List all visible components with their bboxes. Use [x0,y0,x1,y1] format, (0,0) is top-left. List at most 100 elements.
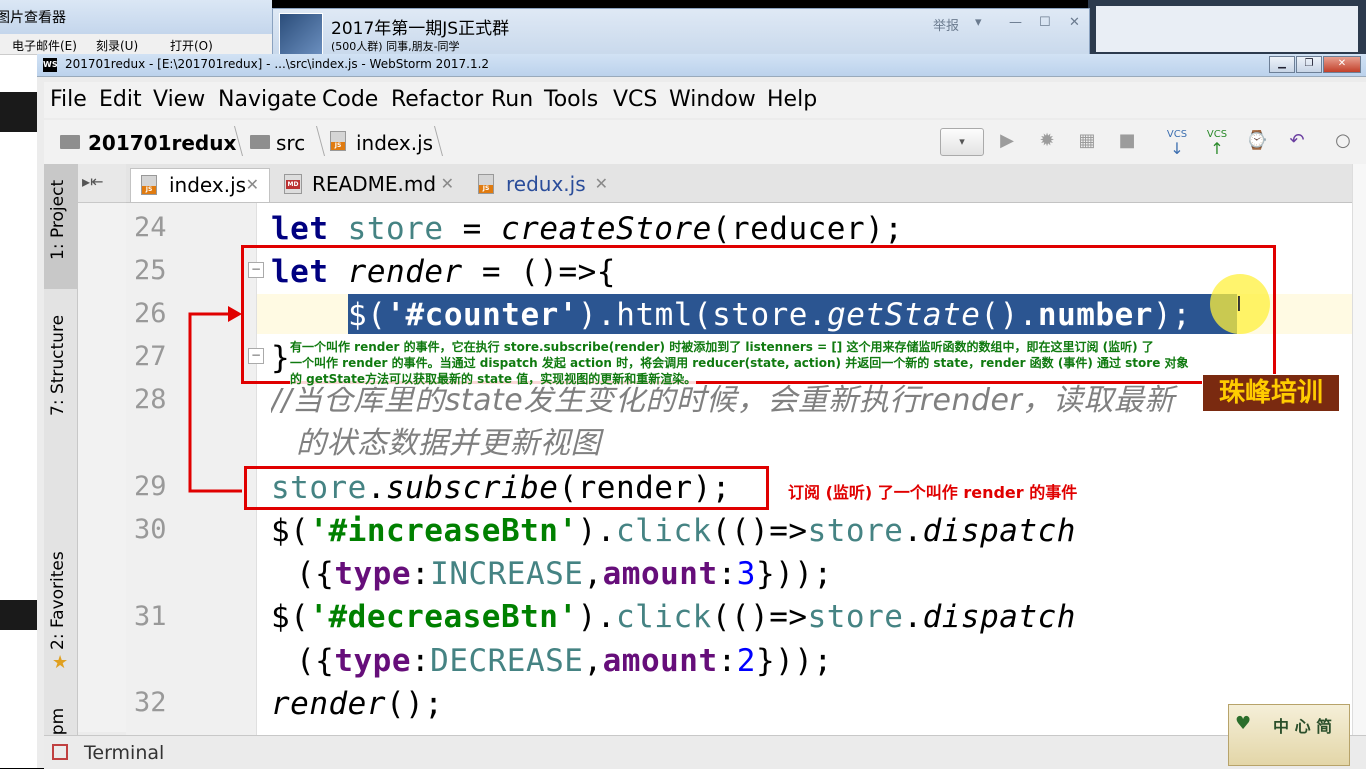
render-explanation-line1: 有一个叫作 render 的事件，它在执行 store.subscribe(re… [290,340,1154,355]
breadcrumb-project[interactable]: 201701redux [88,131,236,155]
line-number: 29 [134,471,167,502]
minimize-icon[interactable]: — [1009,15,1022,30]
navigation-bar: 201701redux src JS index.js ▾ ▶ ✹ ▦ ■ VC… [44,120,1366,165]
code-line-31a: $('#decreaseBtn').click(()=>store.dispat… [271,599,1076,635]
viewer-menu-email[interactable]: 电子邮件(E) [12,37,77,54]
structure-tab-label[interactable]: 7: Structure [48,315,68,416]
vcs-update-icon[interactable]: VCS ↓ [1164,128,1190,157]
tab-label: README.md [312,172,437,196]
maximize-icon[interactable]: ☐ [1039,15,1051,30]
code-line-24: let store = createStore(reducer); [271,211,904,247]
qq-group-title: 2017年第一期JS正式群 [331,19,510,39]
breadcrumb-folder[interactable]: src [276,131,305,155]
vcs-commit-icon[interactable]: VCS ↑ [1204,128,1230,157]
image-viewer-title: 图片查看器 [0,10,66,26]
window-titlebar: WS 201701redux - [E:\201701redux] - ...\… [37,54,1366,77]
window-title: 201701redux - [E:\201701redux] - ...\src… [65,57,490,71]
js-file-icon: JS [330,131,346,151]
menu-file[interactable]: File [50,87,87,112]
viewer-menu-burn[interactable]: 刻录(U) [96,37,138,54]
js-file-icon: JS [478,174,494,194]
run-icon[interactable]: ▶ [994,128,1020,154]
line-number: 30 [134,514,167,545]
revert-icon[interactable]: ↶ [1284,128,1310,154]
close-button[interactable]: ✕ [1323,56,1361,73]
code-line-32: render(); [271,686,444,722]
folder-icon [250,135,270,149]
report-link[interactable]: 举报 [933,15,959,34]
star-icon: ★ [52,652,69,673]
close-tab-icon[interactable]: ✕ [595,168,608,200]
terminal-tab[interactable]: Terminal [84,742,164,764]
line-number: 25 [134,255,167,286]
search-icon[interactable]: ○ [1330,128,1356,154]
background-window [1088,0,1366,56]
menu-bar: File Edit View Navigate Code Refactor Ru… [44,82,1366,118]
render-explanation-line2: 一个叫作 render 的事件。当通过 dispatch 发起 action 时… [290,356,1189,371]
favorites-tab-label[interactable]: 2: Favorites [48,551,68,650]
viewer-menu-open[interactable]: 打开(O) [170,37,213,54]
tab-readme-md[interactable]: MD README.md ✕ [274,168,464,202]
breadcrumb-separator [307,126,326,156]
npm-icon [52,744,68,760]
tab-index-js[interactable]: JS index.js ✕ [130,168,270,202]
qq-group-window[interactable]: 2017年第一期JS正式群 (500人群) 同事,朋友-同学 举报 ▾ — ☐ … [272,8,1090,57]
menu-navigate[interactable]: Navigate [218,87,317,112]
maximize-button[interactable]: ❐ [1296,56,1322,73]
subscribe-explanation: 订阅 (监听) 了一个叫作 render 的事件 [788,483,1078,502]
chevron-down-icon[interactable]: ▾ [975,15,982,30]
collapse-icon[interactable]: ▸⇤ [82,172,103,191]
image-viewer-titlebar: 图片查看器 [0,0,272,34]
tab-redux-js[interactable]: JS redux.js ✕ [468,168,618,202]
history-icon[interactable]: ⌚ [1244,128,1270,154]
coverage-icon[interactable]: ▦ [1074,128,1100,154]
breadcrumb-file[interactable]: index.js [356,131,433,155]
menu-help[interactable]: Help [767,87,817,112]
menu-window[interactable]: Window [669,87,756,112]
annotation-arrow [188,306,242,493]
menu-vcs[interactable]: VCS [613,87,657,112]
close-icon[interactable]: ✕ [1069,15,1080,30]
run-config-dropdown[interactable]: ▾ [940,128,984,156]
project-panel: ▸⇤ [78,164,126,732]
heart-icon: ♥ [1235,713,1252,734]
qq-group-subtitle: (500人群) 同事,朋友-同学 [331,40,460,53]
menu-code[interactable]: Code [322,87,378,112]
folder-icon [60,135,80,149]
code-comment-28a: //当仓库里的state发生变化的时候，会重新执行render，读取最新 [271,383,1175,418]
project-tab-label[interactable]: 1: Project [48,180,68,260]
corner-logo: ♥ 中 心 简 [1228,704,1350,766]
code-line-30b: ({type:INCREASE,amount:3})); [296,556,833,592]
menu-edit[interactable]: Edit [99,87,142,112]
line-number: 24 [134,212,167,243]
code-line-30a: $('#increaseBtn').click(()=>store.dispat… [271,513,1076,549]
image-viewer-menu: 电子邮件(E) 刻录(U) 打开(O) [0,34,272,55]
corner-logo-text: 中 心 简 [1273,717,1333,736]
brand-watermark: 珠峰培训 [1202,374,1340,412]
tab-label: redux.js [506,172,586,196]
menu-run[interactable]: Run [491,87,533,112]
subscribe-highlight-box [244,466,769,510]
editor-tabs: JS index.js ✕ MD README.md ✕ JS redux.js… [126,164,1366,203]
menu-refactor[interactable]: Refactor [391,87,483,112]
line-number: 28 [134,384,167,415]
bottom-tool-bar: Terminal [44,735,1366,769]
line-number: 27 [134,341,167,372]
webstorm-logo-icon: WS [43,58,58,72]
group-avatar [279,13,323,57]
md-file-icon: MD [284,174,302,194]
menu-tools[interactable]: Tools [544,87,598,112]
menu-view[interactable]: View [153,87,205,112]
close-tab-icon[interactable]: ✕ [441,168,454,200]
minimize-button[interactable]: ▁ [1269,56,1295,73]
line-number: 31 [134,601,167,632]
tab-label: index.js [169,173,247,197]
tool-window-strip: 1: Project 7: Structure 2: Favorites ★ n… [44,164,78,768]
line-number: 26 [134,298,167,329]
js-file-icon: JS [141,175,157,195]
editor-scroll-edge[interactable] [1352,164,1366,735]
render-explanation-line3: 的 getState方法可以获取最新的 state 值，实现视图的更新和重新渲染… [290,372,697,387]
debug-icon[interactable]: ✹ [1034,128,1060,154]
stop-icon[interactable]: ■ [1114,128,1140,154]
close-tab-icon[interactable]: ✕ [246,169,259,201]
